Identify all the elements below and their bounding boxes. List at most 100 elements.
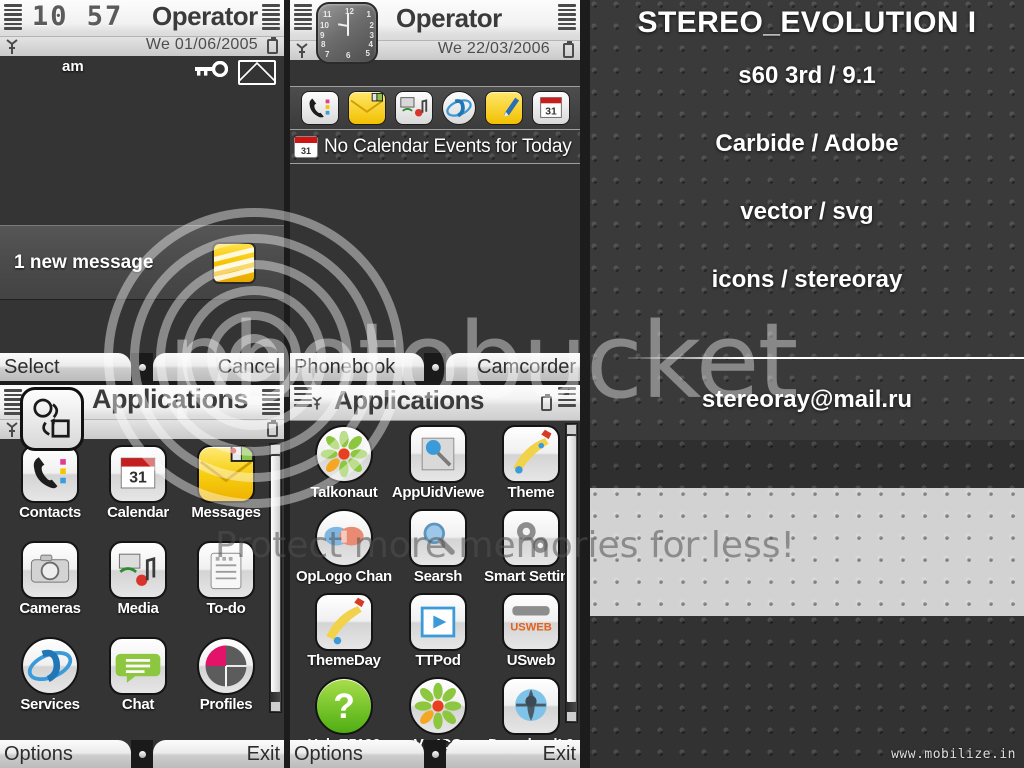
app-item-contacts[interactable]: Contacts: [6, 445, 94, 521]
camera-icon: [21, 541, 79, 599]
phone-panel-applications-folder: Applications Talkonaut AppUidViewe Theme…: [290, 385, 580, 768]
internet-explorer-icon: [21, 637, 79, 695]
battery-level-icon: [541, 394, 552, 411]
app-label: Talkonaut: [310, 484, 378, 501]
battery-level-icon: [267, 37, 278, 54]
key-icon: [195, 61, 228, 77]
scroll-thumb[interactable]: [271, 456, 280, 692]
paintbrush-icon: [314, 593, 373, 651]
antenna-icon: [6, 422, 18, 437]
phone-handset-icon: [21, 445, 79, 503]
app-item-media[interactable]: Media: [94, 541, 182, 617]
app-item-talkonaut[interactable]: Talkonaut: [296, 425, 392, 501]
softkey-exit[interactable]: Exit: [153, 740, 284, 768]
softkey-camcorder[interactable]: Camcorder: [446, 353, 580, 381]
app-item-profiles[interactable]: Profiles: [182, 637, 270, 713]
notepad-icon: [197, 541, 255, 599]
calendar-events-line[interactable]: 31 No Calendar Events for Today: [290, 130, 580, 164]
status-date: We 22/03/2006: [437, 40, 550, 57]
phone-panel-applications-main: Applications Contacts 31 Calendar Messag…: [0, 385, 284, 768]
scroll-down-arrow[interactable]: [567, 712, 576, 721]
vertical-scrollbar[interactable]: [565, 423, 578, 723]
theme-info-panel: STEREO_EVOLUTION I s60 3rd / 9.1 Carbide…: [590, 0, 1024, 768]
softkey-options[interactable]: Options: [0, 740, 131, 768]
dpad-indicator: [424, 740, 446, 768]
app-item-services[interactable]: Services: [6, 637, 94, 713]
site-watermark: www.mobilize.in: [891, 747, 1016, 762]
app-label: ThemeDay: [307, 652, 381, 669]
theme-tools: Carbide / Adobe: [715, 130, 899, 157]
antenna-icon: [6, 39, 18, 54]
message-icon: [212, 242, 256, 284]
softkey-bar: Phonebook Camcorder: [290, 353, 580, 381]
app-item-themeday[interactable]: ThemeDay: [296, 593, 392, 669]
battery-icon: [262, 4, 280, 30]
app-item-appuidviewer[interactable]: AppUidViewe: [392, 425, 484, 501]
app-item-chat[interactable]: Chat: [94, 637, 182, 713]
task-swap-icon[interactable]: [20, 387, 84, 451]
softkey-phonebook[interactable]: Phonebook: [290, 353, 424, 381]
pie-chart-icon: [197, 637, 255, 695]
status-bar: Applications: [290, 385, 580, 421]
app-label: USweb: [506, 652, 556, 669]
vertical-scrollbar[interactable]: [269, 443, 282, 713]
paintbrush-icon: [501, 425, 560, 483]
app-item-smartsettings[interactable]: Smart Setting: [484, 509, 578, 585]
gears-icon: [501, 509, 560, 567]
task-swap-glyph: [33, 398, 70, 438]
shortcut-notes[interactable]: [484, 91, 523, 125]
magnifier-grid-icon: [409, 425, 467, 483]
app-item-calendar[interactable]: 31 Calendar: [94, 445, 182, 521]
battery-icon: [558, 387, 576, 407]
app-item-cameras[interactable]: Cameras: [6, 541, 94, 617]
magnifier-icon: [409, 509, 467, 567]
scroll-up-arrow[interactable]: [567, 425, 576, 434]
softkey-cancel[interactable]: Cancel: [153, 353, 284, 381]
media-notes-icon: [109, 541, 167, 599]
notification-text: 1 new message: [14, 251, 154, 273]
envelope-folder-icon: [197, 445, 255, 503]
shortcut-messages[interactable]: [347, 91, 386, 125]
softkey-exit[interactable]: Exit: [446, 740, 580, 768]
analog-clock-widget[interactable]: 12 1 2 3 4 5 6 7 8 9 10 11: [316, 2, 378, 64]
notification-banner[interactable]: 1 new message: [0, 225, 284, 300]
app-label: Cameras: [19, 600, 81, 617]
app-item-usweb[interactable]: USWEB USweb: [484, 593, 578, 669]
scroll-thumb[interactable]: [567, 436, 576, 702]
softkey-select[interactable]: Select: [0, 353, 131, 381]
operator-name: Operator: [396, 3, 502, 33]
status-bar: 12 1 2 3 4 5 6 7 8 9 10 11 Operator We 2…: [290, 0, 580, 64]
app-label: AppUidViewe: [391, 484, 485, 501]
info-light-band: [590, 488, 1024, 616]
app-item-ttpod[interactable]: TTPod: [392, 593, 484, 669]
pen-note-icon: [503, 97, 519, 117]
app-item-theme[interactable]: Theme: [484, 425, 578, 501]
app-item-searsh[interactable]: Searsh: [392, 509, 484, 585]
app-item-todo[interactable]: To-do: [182, 541, 270, 617]
divider-line: [628, 357, 1024, 359]
phone-handset-icon: [308, 98, 329, 118]
antenna-icon: [296, 43, 308, 58]
scroll-down-arrow[interactable]: [271, 702, 280, 711]
flower-burst-icon: [409, 677, 467, 735]
app-item-oplogochan[interactable]: OpLogo Chan: [296, 509, 392, 585]
calendar-31-icon: 31: [539, 97, 562, 118]
shortcut-calendar[interactable]: 31: [531, 91, 570, 125]
screenshot-root: 10 57 Operator We 01/06/2005 am 1 new me…: [0, 0, 1024, 768]
flower-burst-icon: [314, 425, 373, 483]
softkey-bar: Options Exit: [290, 740, 580, 768]
shortcut-contacts[interactable]: [300, 91, 339, 125]
shortcut-browser[interactable]: [441, 91, 476, 125]
envelope-icon: [238, 60, 276, 85]
shortcut-media[interactable]: [394, 91, 433, 125]
phone-panel-homescreen-message: 10 57 Operator We 01/06/2005 am 1 new me…: [0, 0, 284, 381]
app-item-messages[interactable]: Messages: [182, 445, 270, 521]
theme-platform: s60 3rd / 9.1: [738, 62, 876, 89]
app-label: Chat: [121, 696, 155, 713]
signal-icon: [294, 4, 312, 30]
status-bar: Applications: [0, 385, 284, 451]
svg-text:?: ?: [333, 687, 355, 726]
softkey-options[interactable]: Options: [290, 740, 424, 768]
phone-panel-homescreen-shortcuts: 12 1 2 3 4 5 6 7 8 9 10 11 Operator We 2…: [290, 0, 580, 381]
scroll-up-arrow[interactable]: [271, 445, 280, 454]
